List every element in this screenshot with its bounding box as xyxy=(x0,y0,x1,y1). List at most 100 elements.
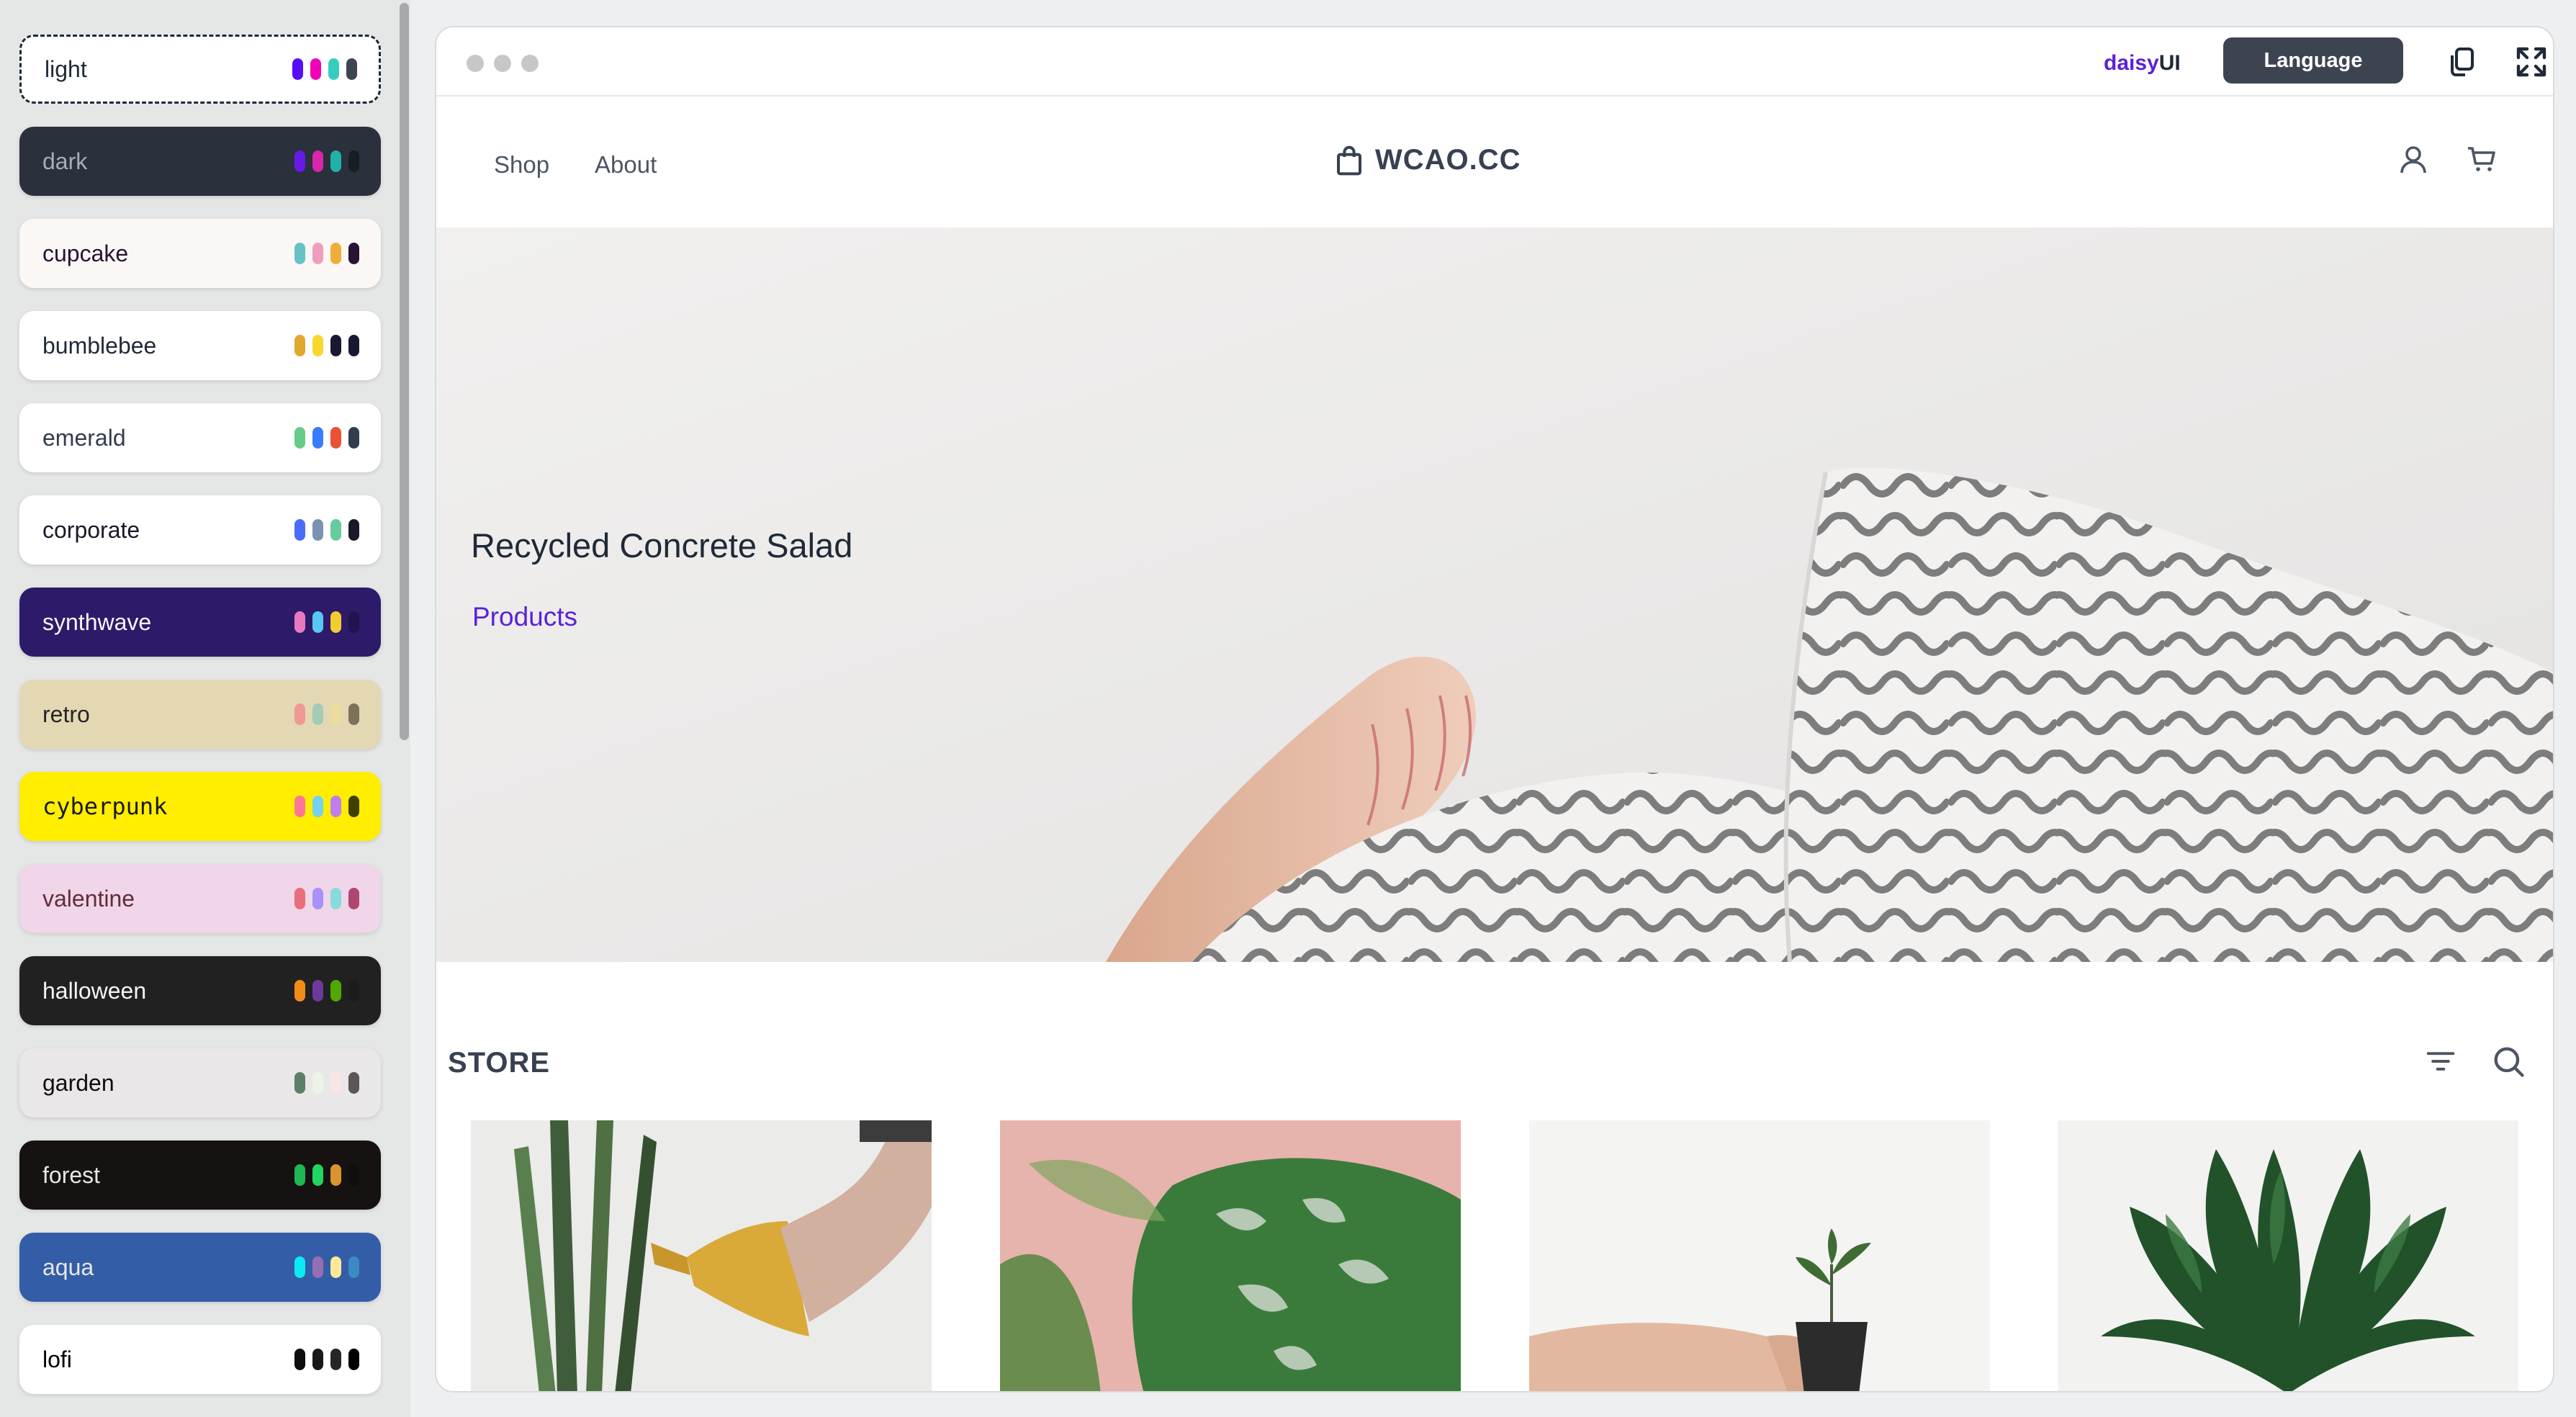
color-swatch xyxy=(312,1164,323,1186)
theme-item-dark[interactable]: dark xyxy=(19,127,381,196)
theme-item-cupcake[interactable]: cupcake xyxy=(19,219,381,288)
product-card[interactable] xyxy=(471,1120,932,1391)
theme-name: halloween xyxy=(42,977,147,1004)
theme-name: aqua xyxy=(42,1254,94,1280)
theme-swatches xyxy=(294,427,359,449)
theme-list: light dark cupcake bumblebee emerald corporat… xyxy=(19,35,381,1417)
color-swatch xyxy=(292,58,303,80)
color-swatch xyxy=(348,1164,359,1186)
user-icon[interactable] xyxy=(2396,143,2431,177)
color-swatch xyxy=(312,1256,323,1278)
theme-swatches xyxy=(294,150,359,172)
theme-item-retro[interactable]: retro xyxy=(19,680,381,749)
nav-link-shop[interactable]: Shop xyxy=(494,151,549,179)
theme-item-lofi[interactable]: lofi xyxy=(19,1325,381,1394)
fullscreen-icon[interactable] xyxy=(2514,45,2549,79)
color-swatch xyxy=(348,1256,359,1278)
color-swatch xyxy=(294,1072,305,1094)
color-swatch xyxy=(312,519,323,541)
theme-item-light[interactable]: light xyxy=(19,35,381,104)
preview-area: daisyUI Language Shop About WCAO.CC Recy… xyxy=(410,0,2576,1417)
shopping-bag-icon xyxy=(1337,145,1361,175)
theme-item-forest[interactable]: forest xyxy=(19,1141,381,1210)
search-icon[interactable] xyxy=(2490,1043,2527,1080)
theme-swatches xyxy=(294,519,359,541)
store-title: STORE xyxy=(448,1047,551,1079)
product-card[interactable] xyxy=(2058,1120,2518,1391)
color-swatch xyxy=(348,427,359,449)
theme-swatches xyxy=(294,703,359,725)
theme-item-halloween[interactable]: halloween xyxy=(19,956,381,1025)
language-button[interactable]: Language xyxy=(2223,37,2403,84)
color-swatch xyxy=(294,980,305,1002)
theme-swatches xyxy=(294,1072,359,1094)
color-swatch xyxy=(312,888,323,909)
theme-swatches xyxy=(294,243,359,264)
product-image xyxy=(1529,1120,1990,1391)
daisyui-brand[interactable]: daisyUI xyxy=(2104,49,2181,78)
color-swatch xyxy=(312,335,323,356)
theme-item-valentine[interactable]: valentine xyxy=(19,864,381,933)
product-card[interactable] xyxy=(1000,1120,1461,1391)
window-dot-maximize xyxy=(521,55,539,72)
theme-item-corporate[interactable]: corporate xyxy=(19,495,381,564)
site-logo[interactable]: WCAO.CC xyxy=(1335,144,1521,176)
theme-name: valentine xyxy=(42,885,135,912)
filter-icon[interactable] xyxy=(2422,1043,2459,1080)
product-image xyxy=(1000,1120,1461,1391)
theme-item-garden[interactable]: garden xyxy=(19,1048,381,1117)
hero-image xyxy=(436,228,2553,962)
color-swatch xyxy=(330,888,341,909)
color-swatch xyxy=(348,796,359,817)
brand-ui-text: UI xyxy=(2158,51,2181,75)
hero-banner: Recycled Concrete Salad Products xyxy=(436,228,2553,962)
color-swatch xyxy=(294,796,305,817)
color-swatch xyxy=(294,1256,305,1278)
copy-icon[interactable] xyxy=(2445,45,2480,79)
cart-icon[interactable] xyxy=(2465,143,2500,177)
color-swatch xyxy=(348,243,359,264)
product-card[interactable] xyxy=(1529,1120,1990,1391)
store-section-header: STORE xyxy=(436,962,2553,1135)
theme-swatches xyxy=(294,611,359,633)
theme-item-aqua[interactable]: aqua xyxy=(19,1233,381,1302)
color-swatch xyxy=(312,243,323,264)
product-image xyxy=(471,1120,932,1391)
color-swatch xyxy=(294,243,305,264)
color-swatch xyxy=(312,150,323,172)
theme-swatches xyxy=(294,980,359,1002)
product-image xyxy=(2058,1120,2518,1391)
theme-swatches xyxy=(294,796,359,817)
theme-sidebar: light dark cupcake bumblebee emerald corporat… xyxy=(0,0,410,1417)
color-swatch xyxy=(294,519,305,541)
color-swatch xyxy=(348,980,359,1002)
theme-swatches xyxy=(294,335,359,356)
color-swatch xyxy=(312,611,323,633)
color-swatch xyxy=(330,980,341,1002)
theme-name: dark xyxy=(42,148,88,174)
color-swatch xyxy=(330,427,341,449)
color-swatch xyxy=(328,58,339,80)
color-swatch xyxy=(330,335,341,356)
color-swatch xyxy=(312,980,323,1002)
color-swatch xyxy=(348,1349,359,1370)
nav-link-about[interactable]: About xyxy=(595,151,657,179)
color-swatch xyxy=(348,335,359,356)
color-swatch xyxy=(348,1072,359,1094)
theme-item-synthwave[interactable]: synthwave xyxy=(19,588,381,657)
theme-swatches xyxy=(294,1164,359,1186)
theme-item-bumblebee[interactable]: bumblebee xyxy=(19,311,381,380)
sidebar-scrollbar[interactable] xyxy=(400,3,409,740)
color-swatch xyxy=(294,150,305,172)
color-swatch xyxy=(348,888,359,909)
theme-name: forest xyxy=(42,1161,101,1188)
color-swatch xyxy=(294,1164,305,1186)
hero-title: Recycled Concrete Salad xyxy=(471,526,853,564)
color-swatch xyxy=(294,427,305,449)
color-swatch xyxy=(312,1072,323,1094)
hero-products-link[interactable]: Products xyxy=(472,602,577,632)
window-toolbar: daisyUI Language xyxy=(436,27,2553,96)
color-swatch xyxy=(312,703,323,725)
theme-item-emerald[interactable]: emerald xyxy=(19,403,381,472)
theme-item-cyberpunk[interactable]: cyberpunk xyxy=(19,772,381,841)
